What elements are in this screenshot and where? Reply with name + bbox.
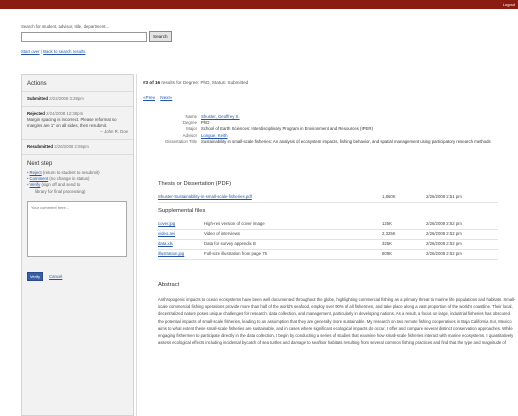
action-timestamp: 2/22/2008 3:28pm (49, 96, 84, 101)
action-timestamp: 2/26/2008 2:55pm (54, 144, 89, 149)
actions-panel: Actions Submitted 2/22/2008 3:28pm Rejec… (21, 74, 134, 416)
file-link[interactable]: video.avi (158, 231, 175, 236)
search-links: Start over | Back to search results (21, 49, 172, 54)
comment-textarea[interactable] (27, 200, 127, 257)
search-area: Search for student, advisor, title, depa… (21, 24, 172, 54)
top-bar: Logout (0, 0, 518, 9)
file-size: 125K (382, 220, 426, 230)
supplemental-file-table: cover.jpg High-res version of cover imag… (158, 220, 498, 260)
file-row: Shuster-Sustainability-in-small-scale-fi… (158, 193, 498, 203)
action-item: Resubmitted 2/26/2008 2:55pm (22, 140, 133, 155)
file-name: illustration.jpg (158, 249, 204, 260)
file-time: 2/26/2008 2:51 pm (426, 193, 498, 203)
file-time: 2/26/2008 2:52 pm (426, 249, 498, 260)
cancel-link[interactable]: Cancel (49, 274, 62, 279)
result-count: #3 of 16 (143, 80, 161, 85)
file-name: video.avi (158, 229, 204, 240)
file-desc: Full-size illustration from page 75 (204, 249, 382, 260)
prev-link[interactable]: «Prev (143, 95, 155, 100)
thesis-heading: Thesis or Dissertation (PDF) (158, 181, 232, 187)
search-label: Search for student, advisor, title, depa… (21, 24, 109, 29)
file-name: Shuster-Sustainability-in-small-scale-fi… (158, 193, 382, 203)
search-input[interactable] (21, 31, 147, 42)
file-size: 325K (382, 239, 426, 250)
next-link[interactable]: Next» (160, 95, 172, 100)
action-buttons: Verify Cancel (27, 271, 128, 281)
next-step-heading: Next step (27, 161, 53, 167)
reject-link[interactable]: Reject (30, 170, 42, 175)
action-item: Submitted 2/22/2008 3:28pm (22, 92, 133, 107)
thesis-file-link[interactable]: Shuster-Sustainability-in-small-scale-fi… (158, 194, 252, 199)
comment-link[interactable]: Comment (30, 176, 49, 181)
meta-key: Dissertation Title (165, 138, 197, 144)
bullet-icon: • (27, 170, 29, 175)
file-row: illustration.jpg Full-size illustration … (158, 249, 498, 260)
result-summary: #3 of 16 results for Degree: PhD, Status… (143, 80, 248, 85)
action-timestamp: 2/24/2008 12:38pm (46, 111, 84, 116)
supplemental-heading: Supplemental files (158, 208, 206, 214)
action-status: Rejected (27, 111, 45, 116)
search-row: Search (21, 31, 172, 42)
advisor-link[interactable]: Longue, Keith (201, 133, 228, 138)
student-name-link[interactable]: Shuster, Geoffrey S. (201, 114, 240, 119)
file-link[interactable]: cover.jpg (158, 221, 175, 226)
next-step-options: •Reject (return to student to resubmit) … (22, 170, 133, 189)
record-nav: «Prev Next» (143, 95, 176, 100)
file-size: 1,860K (382, 193, 426, 203)
bullet-icon: • (27, 182, 29, 188)
file-name: data.xls (158, 239, 204, 250)
action-item: Rejected 2/24/2008 12:38pm Margin spacin… (22, 107, 133, 140)
verify-link[interactable]: Verify (30, 182, 41, 187)
meta-row: Dissertation Title Sustainability in sma… (148, 139, 506, 145)
file-time: 2/26/2008 2:52 pm (426, 229, 498, 240)
file-time: 2/26/2008 2:52 pm (426, 239, 498, 250)
file-name: cover.jpg (158, 220, 204, 230)
file-desc: Data for survey appendix B (204, 239, 382, 250)
file-link[interactable]: data.xls (158, 241, 173, 246)
file-desc: Video of interviews (204, 229, 382, 240)
thesis-file-table: Shuster-Sustainability-in-small-scale-fi… (158, 193, 498, 203)
verify-button[interactable]: Verify (27, 271, 43, 281)
option-continuation: library for final processing) (35, 188, 86, 194)
actions-heading: Actions (22, 75, 133, 92)
action-status: Submitted (27, 96, 49, 101)
option-text: (return to student to resubmit) (41, 170, 100, 175)
start-over-link[interactable]: Start over (21, 49, 40, 54)
file-row: data.xls Data for survey appendix B 325K… (158, 239, 498, 250)
file-time: 2/26/2008 2:52 pm (426, 220, 498, 230)
option-text: (sign off and send to (40, 182, 81, 188)
file-size: 809K (382, 249, 426, 260)
option-text: (no change in status) (48, 176, 90, 182)
action-note: Margin spacing is incorrect. Please refo… (27, 117, 117, 128)
action-status: Resubmitted (27, 144, 54, 149)
file-row: video.avi Video of interviews 2,325K 2/2… (158, 229, 498, 240)
abstract-text: Anthropogenic impacts to ocean ecosystem… (158, 297, 516, 346)
search-button[interactable]: Search (149, 31, 172, 42)
bullet-icon: • (27, 176, 29, 182)
file-link[interactable]: illustration.jpg (158, 251, 184, 256)
result-text: results for Degree: PhD, Status: Submitt… (160, 80, 249, 85)
logout-link[interactable]: Logout (503, 2, 515, 7)
action-signature: -- John R. Doe (100, 129, 128, 134)
abstract-heading: Abstract (158, 282, 180, 288)
back-to-search-link[interactable]: Back to search results (43, 49, 85, 54)
file-size: 2,325K (382, 229, 426, 240)
file-desc: High-res version of cover image (204, 220, 382, 230)
record-metadata: Name Shuster, Geoffrey S. Degree PhD Maj… (148, 114, 506, 145)
file-row: cover.jpg High-res version of cover imag… (158, 220, 498, 230)
meta-value: Sustainability in small-scale fisheries:… (201, 138, 491, 144)
